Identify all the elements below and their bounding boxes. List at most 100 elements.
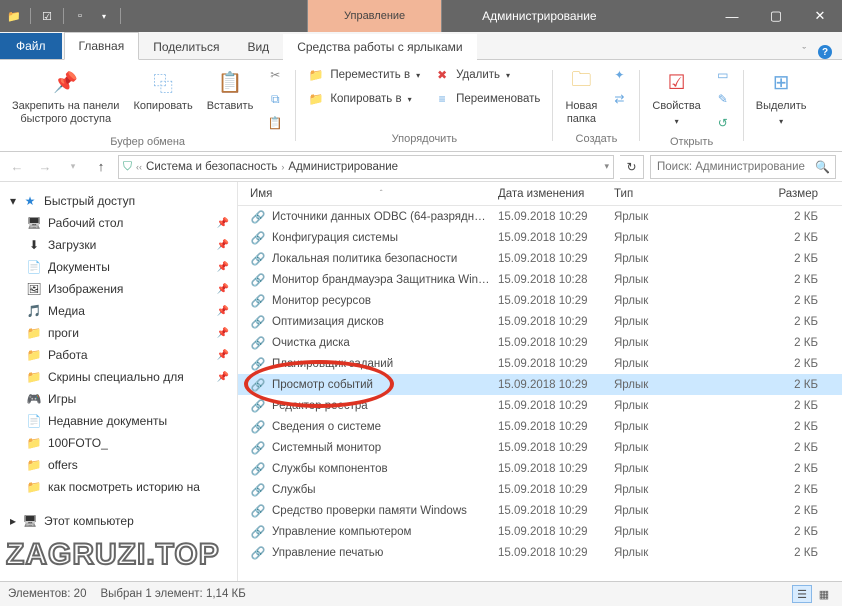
nav-item-icon: 📁 <box>26 325 42 341</box>
search-input[interactable] <box>657 161 811 173</box>
file-date: 15.09.2018 10:29 <box>492 253 608 265</box>
properties-button[interactable]: ☑Свойства▾ <box>646 64 706 130</box>
pin-quickaccess-button[interactable]: 📌Закрепить на панели быстрого доступа <box>6 64 125 128</box>
qat-properties-icon[interactable]: ☑ <box>39 8 55 24</box>
clipboard-small-2[interactable]: ⧉ <box>261 88 289 110</box>
nav-item-8[interactable]: 🎮Игры <box>0 388 237 410</box>
nav-up[interactable]: ↑ <box>90 156 112 178</box>
move-to-button[interactable]: 📁Переместить в ▾ <box>302 64 426 86</box>
file-row[interactable]: 🔗Монитор брандмауэра Защитника Win…15.09… <box>238 269 842 290</box>
maximize-button[interactable]: ▢ <box>754 0 798 32</box>
file-list[interactable]: 🔗Источники данных ODBC (64-разрядн…15.09… <box>238 206 842 581</box>
qat-dropdown-icon[interactable]: ▾ <box>96 8 112 24</box>
file-type: Ярлык <box>608 526 728 538</box>
delete-button[interactable]: ✖Удалить ▾ <box>428 64 546 86</box>
nav-thispc[interactable]: ▸🖥Этот компьютер <box>0 510 237 532</box>
address-field[interactable]: ⛉ ‹‹ Система и безопасность› Администрир… <box>118 155 614 179</box>
column-headers[interactable]: Имяˆ Дата изменения Тип Размер <box>238 182 842 206</box>
crumb-root[interactable]: Система и безопасность› <box>146 161 284 173</box>
file-type: Ярлык <box>608 337 728 349</box>
clipboard-small-1[interactable]: ✂ <box>261 64 289 86</box>
nav-item-0[interactable]: 🖥Рабочий стол📌 <box>0 212 237 234</box>
search-field[interactable]: 🔍 <box>650 155 836 179</box>
nav-item-4[interactable]: 🎵Медиа📌 <box>0 300 237 322</box>
file-row[interactable]: 🔗Монитор ресурсов15.09.2018 10:29Ярлык2 … <box>238 290 842 311</box>
nav-item-10[interactable]: 📁100FOTO_ <box>0 432 237 454</box>
file-size: 2 КБ <box>728 442 842 454</box>
shortcut-icon: 🔗 <box>250 461 266 477</box>
file-row[interactable]: 🔗Службы компонентов15.09.2018 10:29Ярлык… <box>238 458 842 479</box>
file-row[interactable]: 🔗Редактор реестра15.09.2018 10:29Ярлык2 … <box>238 395 842 416</box>
nav-item-5[interactable]: 📁проги📌 <box>0 322 237 344</box>
file-row[interactable]: 🔗Управление печатью15.09.2018 10:29Ярлык… <box>238 542 842 563</box>
qat-new-icon[interactable]: ▫ <box>72 8 88 24</box>
status-count: Элементов: 20 <box>8 588 86 600</box>
nav-item-7[interactable]: 📁Скрины специально для📌 <box>0 366 237 388</box>
view-thumbs-button[interactable]: ▦ <box>814 585 834 603</box>
file-row[interactable]: 🔗Службы15.09.2018 10:29Ярлык2 КБ <box>238 479 842 500</box>
file-row[interactable]: 🔗Очистка диска15.09.2018 10:29Ярлык2 КБ <box>238 332 842 353</box>
minimize-button[interactable]: — <box>710 0 754 32</box>
nav-item-6[interactable]: 📁Работа📌 <box>0 344 237 366</box>
nav-item-12[interactable]: 📁как посмотреть историю на <box>0 476 237 498</box>
shortcut-icon: 🔗 <box>250 440 266 456</box>
nav-item-icon: 📁 <box>26 435 42 451</box>
file-row[interactable]: 🔗Источники данных ODBC (64-разрядн…15.09… <box>238 206 842 227</box>
nav-item-label: Загрузки <box>48 238 96 252</box>
close-button[interactable]: ✕ <box>798 0 842 32</box>
view-details-button[interactable]: ☰ <box>792 585 812 603</box>
nav-recent[interactable]: ▾ <box>62 156 84 178</box>
nav-quickaccess[interactable]: ▾★Быстрый доступ <box>0 190 237 212</box>
file-row[interactable]: 🔗Управление компьютером15.09.2018 10:29Я… <box>238 521 842 542</box>
copy-to-button[interactable]: 📁Копировать в ▾ <box>302 88 426 110</box>
file-size: 2 КБ <box>728 505 842 517</box>
tab-view[interactable]: Вид <box>233 34 283 60</box>
select-button[interactable]: ⊞Выделить▾ <box>750 64 813 130</box>
history-button[interactable]: ↺ <box>709 112 737 134</box>
tab-shortcut-tools[interactable]: Средства работы с ярлыками <box>283 34 476 60</box>
new-folder-button[interactable]: 🗀Новая папка <box>559 64 603 128</box>
file-date: 15.09.2018 10:29 <box>492 232 608 244</box>
file-tab[interactable]: Файл <box>0 33 62 59</box>
nav-item-2[interactable]: 📄Документы📌 <box>0 256 237 278</box>
file-name: Оптимизация дисков <box>272 316 384 328</box>
edit-button[interactable]: ✎ <box>709 88 737 110</box>
file-row[interactable]: 🔗Сведения о системе15.09.2018 10:29Ярлык… <box>238 416 842 437</box>
file-row[interactable]: 🔗Просмотр событий15.09.2018 10:29Ярлык2 … <box>238 374 842 395</box>
nav-back[interactable]: ← <box>6 156 28 178</box>
window-title: Администрирование <box>442 0 710 32</box>
crumb-current[interactable]: Администрирование <box>288 161 398 173</box>
context-tab[interactable]: Управление <box>307 0 442 32</box>
file-name: Просмотр событий <box>272 379 373 391</box>
file-size: 2 КБ <box>728 547 842 559</box>
help-icon[interactable]: ? <box>818 45 832 59</box>
nav-item-11[interactable]: 📁offers <box>0 454 237 476</box>
easy-access-button[interactable]: ⇄ <box>605 88 633 110</box>
paste-shortcut-icon: 📋 <box>267 115 283 131</box>
nav-item-icon: 📁 <box>26 479 42 495</box>
rename-button[interactable]: ≡Переименовать <box>428 88 546 110</box>
open-button[interactable]: ▭ <box>709 64 737 86</box>
clipboard-small-3[interactable]: 📋 <box>261 112 289 134</box>
paste-button[interactable]: 📋Вставить <box>201 64 260 115</box>
properties-icon: ☑ <box>661 66 693 98</box>
tab-home[interactable]: Главная <box>64 32 140 60</box>
file-row[interactable]: 🔗Средство проверки памяти Windows15.09.2… <box>238 500 842 521</box>
file-row[interactable]: 🔗Конфигурация системы15.09.2018 10:29Ярл… <box>238 227 842 248</box>
nav-item-9[interactable]: 📄Недавние документы <box>0 410 237 432</box>
file-name: Средство проверки памяти Windows <box>272 505 467 517</box>
file-row[interactable]: 🔗Системный монитор15.09.2018 10:29Ярлык2… <box>238 437 842 458</box>
nav-item-3[interactable]: 🖼Изображения📌 <box>0 278 237 300</box>
ribbon-tabs: Файл Главная Поделиться Вид Средства раб… <box>0 32 842 60</box>
tab-share[interactable]: Поделиться <box>139 34 233 60</box>
ribbon-collapse-icon[interactable]: ˇ <box>802 46 806 58</box>
file-row[interactable]: 🔗Оптимизация дисков15.09.2018 10:29Ярлык… <box>238 311 842 332</box>
file-row[interactable]: 🔗Локальная политика безопасности15.09.20… <box>238 248 842 269</box>
file-date: 15.09.2018 10:29 <box>492 337 608 349</box>
file-row[interactable]: 🔗Планировщик заданий15.09.2018 10:29Ярлы… <box>238 353 842 374</box>
new-item-button[interactable]: ✦ <box>605 64 633 86</box>
nav-item-1[interactable]: ⬇Загрузки📌 <box>0 234 237 256</box>
pin-icon: 📌 <box>50 66 82 98</box>
refresh-button[interactable]: ↻ <box>620 155 644 179</box>
copy-button[interactable]: ⿻Копировать <box>127 64 198 115</box>
